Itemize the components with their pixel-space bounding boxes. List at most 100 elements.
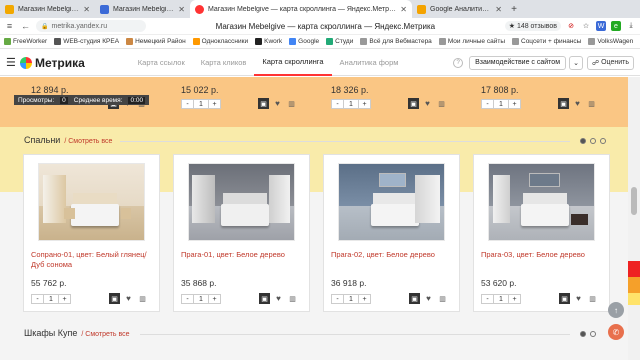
product-card[interactable]: Прага-02, цвет: Белое дерево 36 918 р. -… bbox=[323, 154, 460, 312]
browser-tab-2[interactable]: Магазин Mebelgive — ск ✕ bbox=[95, 0, 190, 18]
bookmark-folder[interactable]: Соцсети + финансы bbox=[512, 38, 581, 45]
heart-icon[interactable]: ♥ bbox=[422, 98, 433, 109]
bookmark-item[interactable]: Одноклассники bbox=[192, 38, 248, 45]
bookmark-item[interactable]: Kwork bbox=[255, 38, 282, 45]
heart-icon[interactable]: ♥ bbox=[272, 98, 283, 109]
back-icon[interactable]: ← bbox=[20, 21, 31, 31]
product-card[interactable]: Сопрано-01, цвет: Белый глянец/Дуб соном… bbox=[23, 154, 160, 312]
quantity-stepper[interactable]: -1 + bbox=[181, 294, 221, 304]
help-icon[interactable]: ? bbox=[453, 57, 464, 68]
metrika-logo[interactable]: Метрика bbox=[20, 56, 85, 70]
minus-button[interactable]: - bbox=[482, 295, 493, 303]
cart-icon[interactable]: ▣ bbox=[409, 293, 420, 304]
site-preview[interactable]: 12 894 р. 15 022 р. 18 326 р. 17 808 р. … bbox=[0, 77, 628, 360]
compare-icon[interactable]: ▥ bbox=[437, 293, 448, 304]
scroll-up-button[interactable]: ↑ bbox=[608, 302, 624, 318]
cart-icon[interactable]: ▣ bbox=[559, 293, 570, 304]
bookmark-item[interactable]: Google bbox=[289, 38, 319, 45]
browser-tab-1[interactable]: Магазин Mebelgive — сп ✕ bbox=[0, 0, 95, 18]
product-card[interactable]: Прага-03, цвет: Белое дерево 53 620 р. -… bbox=[473, 154, 610, 312]
bookmark-icon[interactable]: ☆ bbox=[581, 21, 591, 31]
product-title[interactable]: Прага-02, цвет: Белое дерево bbox=[331, 250, 456, 260]
product-title[interactable]: Прага-03, цвет: Белое дерево bbox=[481, 250, 606, 260]
tab-link-map[interactable]: Карта ссылок bbox=[130, 50, 193, 76]
minus-button[interactable]: - bbox=[182, 100, 193, 108]
bookmark-item[interactable]: Студи bbox=[326, 38, 353, 45]
compare-icon[interactable]: ▥ bbox=[137, 293, 148, 304]
close-icon[interactable]: ✕ bbox=[495, 5, 502, 14]
interaction-select[interactable]: Взаимодействие с сайтом bbox=[469, 55, 566, 70]
plus-button[interactable]: + bbox=[209, 100, 220, 108]
ad-block-icon[interactable]: ⊘ bbox=[566, 21, 576, 31]
page-scrollbar[interactable] bbox=[628, 77, 640, 360]
compare-icon[interactable]: ▥ bbox=[287, 293, 298, 304]
bookmark-folder[interactable]: VolksWagen bbox=[588, 38, 633, 45]
bookmark-folder[interactable]: Всё для Вебмастера bbox=[360, 38, 432, 45]
bookmark-item[interactable]: WEB-студия КРЕА bbox=[54, 38, 119, 45]
carousel-dot[interactable] bbox=[580, 138, 586, 144]
carousel-dot[interactable] bbox=[600, 138, 606, 144]
product-image[interactable] bbox=[38, 163, 145, 241]
product-title[interactable]: Сопрано-01, цвет: Белый глянец/Дуб соном… bbox=[31, 250, 156, 270]
quantity-stepper[interactable]: -1 + bbox=[331, 99, 371, 109]
plus-button[interactable]: + bbox=[59, 295, 70, 303]
quantity-stepper[interactable]: -1 + bbox=[331, 294, 371, 304]
product-title[interactable]: Прага-01, цвет: Белое дерево bbox=[181, 250, 306, 260]
bookmark-folder[interactable]: Мои личные сайты bbox=[438, 38, 505, 45]
bookmark-item[interactable]: Немецкий Район bbox=[126, 38, 186, 45]
product-card[interactable]: Прага-01, цвет: Белое дерево 35 868 р. -… bbox=[173, 154, 310, 312]
plus-button[interactable]: + bbox=[509, 295, 520, 303]
heart-icon[interactable]: ♥ bbox=[573, 293, 584, 304]
download-icon[interactable]: ⤓ bbox=[626, 21, 636, 31]
close-icon[interactable]: ✕ bbox=[83, 5, 90, 14]
heart-icon[interactable]: ♥ bbox=[273, 293, 284, 304]
extension-icon[interactable]: e bbox=[611, 21, 621, 31]
compare-icon[interactable]: ▥ bbox=[587, 293, 598, 304]
carousel-dot[interactable] bbox=[590, 138, 596, 144]
rate-button[interactable]: ☍ Оценить bbox=[587, 55, 634, 70]
plus-button[interactable]: + bbox=[359, 100, 370, 108]
minus-button[interactable]: - bbox=[32, 295, 43, 303]
minus-button[interactable]: - bbox=[332, 100, 343, 108]
product-image[interactable] bbox=[488, 163, 595, 241]
tab-form-analytics[interactable]: Аналитика форм bbox=[332, 50, 407, 76]
bookmark-item[interactable]: FreeWorker bbox=[4, 38, 47, 45]
cart-icon[interactable]: ▣ bbox=[258, 98, 269, 109]
cart-icon[interactable]: ▣ bbox=[259, 293, 270, 304]
carousel-dot[interactable] bbox=[590, 331, 596, 337]
reviews-badge[interactable]: ★ 148 отзывов bbox=[504, 21, 561, 31]
menu-icon[interactable]: ≡ bbox=[4, 21, 15, 31]
close-icon[interactable]: ✕ bbox=[178, 5, 185, 14]
extension-icon[interactable]: W bbox=[596, 21, 606, 31]
minus-button[interactable]: - bbox=[182, 295, 193, 303]
tab-click-map[interactable]: Карта кликов bbox=[193, 50, 255, 76]
cart-icon[interactable]: ▣ bbox=[109, 293, 120, 304]
product-image[interactable] bbox=[188, 163, 295, 241]
cart-icon[interactable]: ▣ bbox=[558, 98, 569, 109]
scrollbar-thumb[interactable] bbox=[631, 187, 637, 215]
quantity-stepper[interactable]: -1 + bbox=[31, 294, 71, 304]
plus-button[interactable]: + bbox=[509, 100, 520, 108]
address-bar[interactable]: 🔒 metrika.yandex.ru bbox=[36, 20, 146, 32]
close-icon[interactable]: ✕ bbox=[400, 5, 407, 14]
quantity-stepper[interactable]: -1 + bbox=[481, 294, 521, 304]
product-image[interactable] bbox=[338, 163, 445, 241]
see-all-link[interactable]: / Смотреть все bbox=[81, 331, 129, 338]
heart-icon[interactable]: ♥ bbox=[423, 293, 434, 304]
hamburger-menu-icon[interactable]: ☰ bbox=[6, 56, 20, 69]
quantity-stepper[interactable]: -1 + bbox=[181, 99, 221, 109]
see-all-link[interactable]: / Смотреть все bbox=[64, 138, 112, 145]
heart-icon[interactable]: ♥ bbox=[572, 98, 583, 109]
heart-icon[interactable]: ♥ bbox=[123, 293, 134, 304]
compare-icon[interactable]: ▥ bbox=[286, 98, 297, 109]
minus-button[interactable]: - bbox=[482, 100, 493, 108]
plus-button[interactable]: + bbox=[359, 295, 370, 303]
tab-scroll-map[interactable]: Карта скроллинга bbox=[254, 50, 332, 76]
cart-icon[interactable]: ▣ bbox=[408, 98, 419, 109]
browser-tab-4[interactable]: Google Аналитика | Свод ✕ bbox=[412, 0, 507, 18]
new-tab-button[interactable]: + bbox=[507, 0, 521, 18]
chevron-down-icon[interactable]: ⌄ bbox=[569, 55, 583, 70]
minus-button[interactable]: - bbox=[332, 295, 343, 303]
carousel-dot[interactable] bbox=[580, 331, 586, 337]
phone-call-button[interactable]: ✆ bbox=[608, 324, 624, 340]
